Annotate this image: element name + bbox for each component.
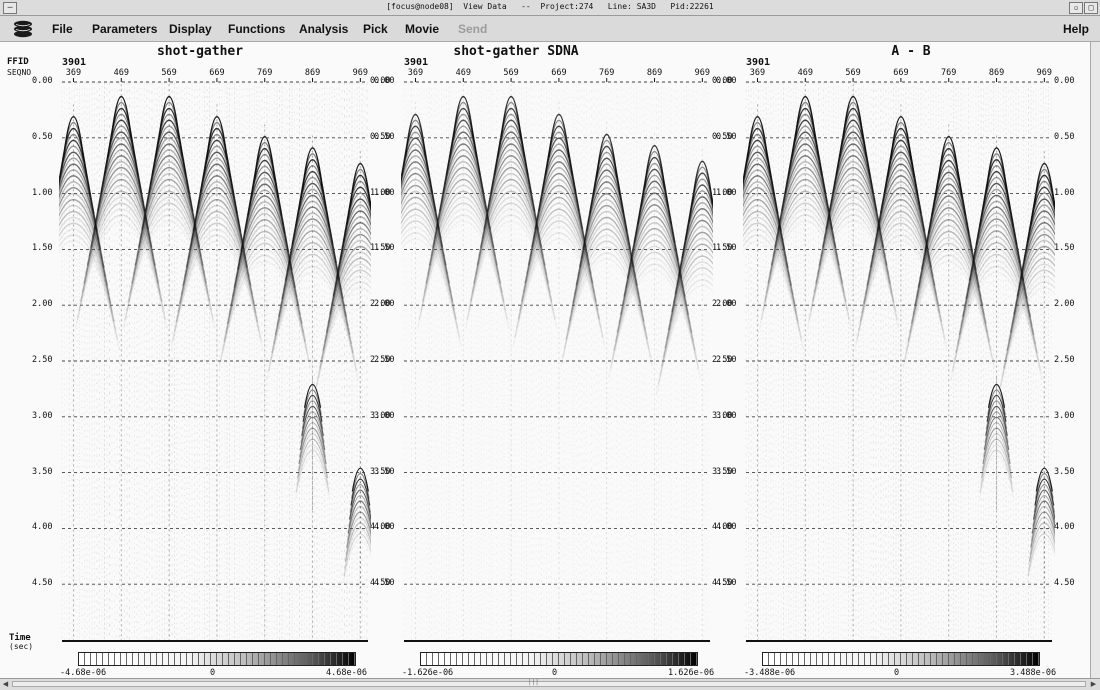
time-tick-label-left: 1.00: [374, 187, 395, 198]
time-tick-label-left: 2.00: [716, 299, 737, 310]
colorbar-max-label: 4.68e-06: [326, 668, 367, 678]
menu-analysis[interactable]: Analysis: [299, 22, 348, 36]
time-tick-label-left: 2.50: [374, 355, 395, 365]
amplitude-colorbar: [78, 652, 356, 666]
seqno-axis-label: SEQNO: [7, 68, 32, 77]
panel-title: shot-gather: [156, 44, 244, 59]
amplitude-colorbar: [762, 652, 1040, 666]
ffid-axis-label: FFID: [7, 57, 29, 67]
time-tick-label-right: 0.00: [1054, 76, 1075, 86]
time-tick-label-left: 3.50: [716, 466, 737, 477]
colorbar-min-label: -4.68e-06: [60, 668, 107, 678]
time-tick-label-left: 4.50: [32, 578, 53, 589]
time-tick-label-left: 1.00: [32, 187, 53, 198]
scrollbar-thumb[interactable]: [12, 681, 1086, 687]
time-tick-label-left: 0.00: [716, 76, 737, 86]
menu-movie[interactable]: Movie: [405, 22, 439, 36]
window-title: [focus@node08] View Data -- Project:274 …: [386, 2, 714, 11]
time-tick-label-left: 1.50: [32, 243, 53, 254]
time-tick-label-left: 0.50: [32, 131, 53, 142]
time-unit-label: (sec): [9, 642, 34, 651]
time-tick-label-left: 3.00: [32, 410, 53, 421]
panel-title: shot-gather SDNA: [453, 44, 579, 59]
time-tick-label-left: 2.50: [716, 355, 737, 365]
panel-title: A - B: [891, 44, 931, 59]
time-tick-label-left: 0.00: [32, 76, 53, 86]
seismic-panel[interactable]: [401, 70, 713, 652]
colorbar-min-label: -3.488e-06: [744, 668, 796, 678]
time-tick-label-left: 2.00: [32, 299, 53, 310]
scroll-left-icon[interactable]: ◀: [1, 680, 10, 689]
ffid-value: 3901: [404, 57, 429, 68]
time-tick-label-left: 4.50: [374, 578, 395, 589]
time-tick-label-right: 3.00: [1054, 410, 1075, 421]
time-tick-label-left: 3.00: [374, 410, 395, 421]
time-tick-label-left: 0.50: [716, 131, 737, 142]
seismic-panel[interactable]: [59, 70, 371, 652]
time-tick-label-right: 4.50: [1054, 578, 1075, 589]
colorbar-mid-label: 0: [552, 668, 558, 678]
time-tick-label-right: 4.00: [1054, 522, 1075, 533]
time-tick-label-left: 4.00: [374, 522, 395, 533]
time-tick-label-left: 1.50: [374, 243, 395, 254]
time-tick-label-left: 1.50: [716, 243, 737, 254]
vertical-scrollbar[interactable]: [1090, 42, 1100, 678]
horizontal-scrollbar[interactable]: ◀ ||| ▶: [0, 678, 1100, 690]
menu-functions[interactable]: Functions: [228, 22, 285, 36]
time-tick-label-left: 3.50: [374, 466, 395, 477]
time-tick-label-right: 0.50: [1054, 131, 1075, 142]
menu-pick[interactable]: Pick: [363, 22, 388, 36]
focus-logo-icon[interactable]: [13, 20, 33, 38]
ffid-value: 3901: [746, 57, 771, 68]
time-tick-label-right: 2.00: [1054, 299, 1075, 310]
colorbar-mid-label: 0: [210, 668, 216, 678]
time-tick-label-left: 1.00: [716, 187, 737, 198]
maximize-icon[interactable]: □: [1084, 2, 1098, 14]
menu-help[interactable]: Help: [1063, 22, 1089, 36]
minimize-icon[interactable]: ▫: [1069, 2, 1083, 14]
time-tick-label-left: 0.00: [374, 76, 395, 86]
window-titlebar: ─ [focus@node08] View Data -- Project:27…: [0, 0, 1100, 16]
colorbar-min-label: -1.626e-06: [402, 668, 454, 678]
colorbar-mid-label: 0: [894, 668, 900, 678]
time-tick-label-left: 4.00: [32, 522, 53, 533]
ffid-value: 3901: [62, 57, 87, 68]
menu-send: Send: [458, 22, 488, 36]
menu-display[interactable]: Display: [169, 22, 212, 36]
time-tick-label-right: 1.50: [1054, 243, 1075, 254]
time-tick-label-right: 3.50: [1054, 466, 1075, 477]
time-tick-label-left: 2.50: [32, 355, 53, 365]
time-tick-label-left: 3.00: [716, 410, 737, 421]
time-tick-label-left: 0.50: [374, 131, 395, 142]
time-tick-label-left: 4.50: [716, 578, 737, 589]
time-tick-label-right: 2.50: [1054, 355, 1075, 365]
colorbar-max-label: 3.488e-06: [1010, 668, 1057, 678]
time-tick-label-left: 2.00: [374, 299, 395, 310]
time-tick-label-left: 4.00: [716, 522, 737, 533]
menu-parameters[interactable]: Parameters: [92, 22, 157, 36]
menu-file[interactable]: File: [52, 22, 73, 36]
menu-bar: File Parameters Display Functions Analys…: [0, 16, 1100, 42]
amplitude-colorbar: [420, 652, 698, 666]
scrollbar-grip-icon: |||: [528, 679, 539, 686]
time-tick-label-left: 3.50: [32, 466, 53, 477]
colorbar-max-label: 1.626e-06: [668, 668, 715, 678]
seismic-panel[interactable]: [743, 70, 1055, 652]
scroll-right-icon[interactable]: ▶: [1089, 680, 1098, 689]
time-tick-label-right: 1.00: [1054, 187, 1075, 198]
